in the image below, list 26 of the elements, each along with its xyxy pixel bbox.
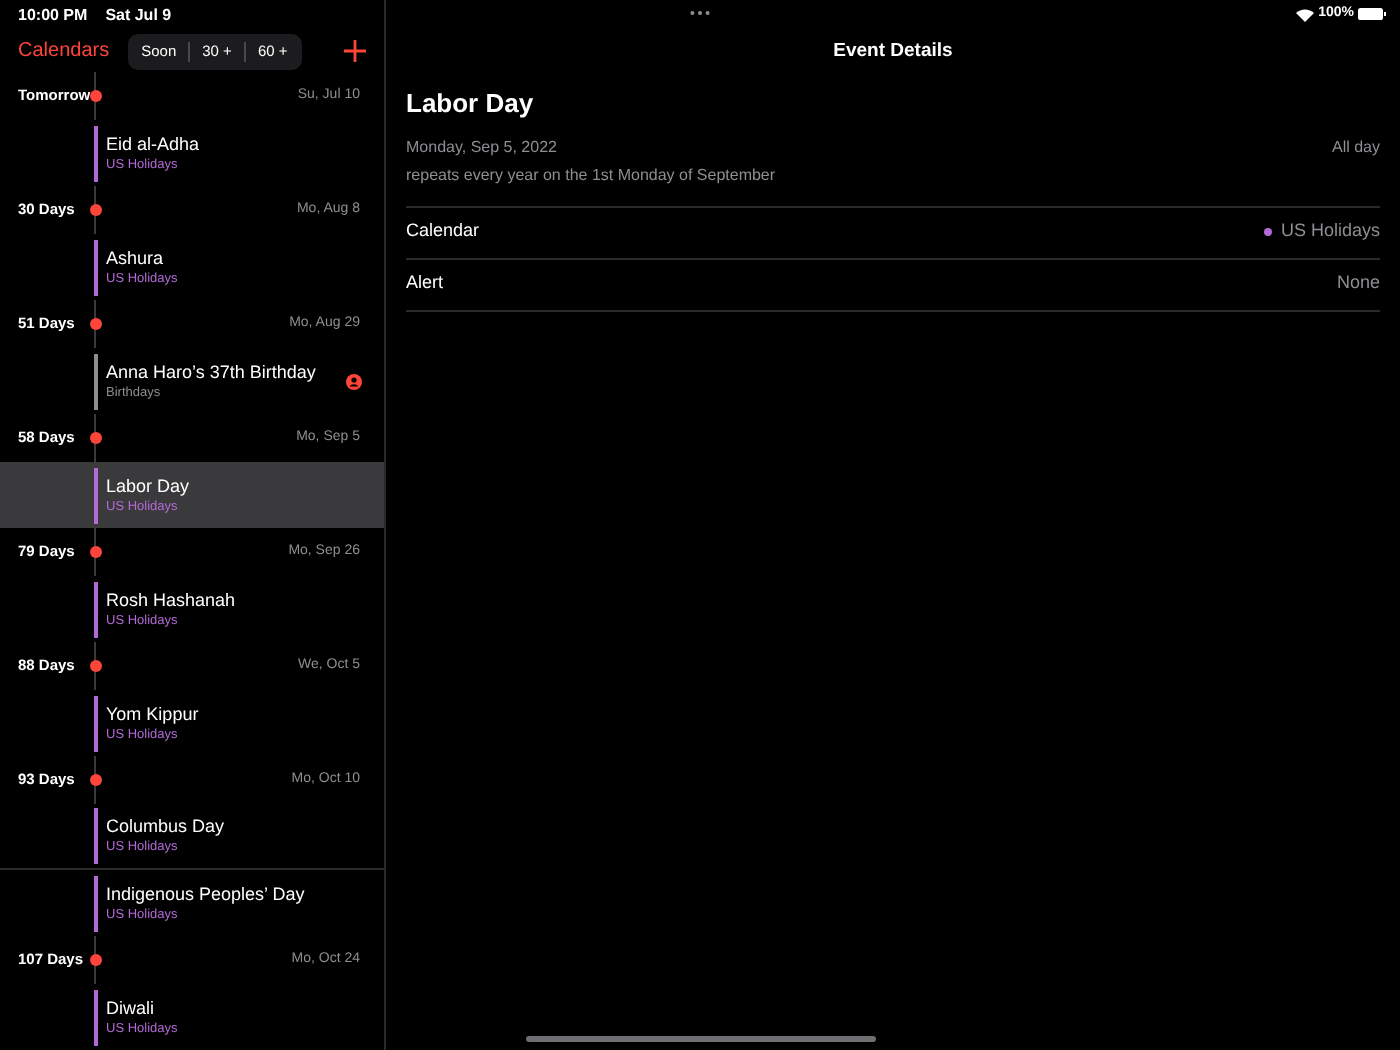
nav-title: Event Details	[833, 37, 953, 66]
detail-value[interactable]: None	[1336, 270, 1380, 298]
event-title: Eid al-Adha	[106, 133, 200, 155]
event-recurrence: repeats every year on the 1st Monday of September	[406, 163, 776, 187]
event-title: Labor Day	[406, 86, 536, 122]
event-duration: All day	[1331, 135, 1380, 160]
wifi-icon	[1296, 7, 1315, 21]
more-icon[interactable]	[690, 10, 710, 16]
event-title: Rosh Hashanah	[106, 589, 236, 611]
detail-label: Calendar	[406, 218, 480, 245]
event-title: Diwali	[106, 997, 157, 1019]
event-title: Yom Kippur	[106, 703, 199, 725]
status-time: 10:00 PM	[18, 4, 88, 28]
event-title: Ashura	[106, 247, 166, 269]
status-date: Sat Jul 9	[105, 4, 172, 28]
detail-label: Alert	[406, 270, 444, 297]
event-title: Indigenous Peoples’ Day	[106, 883, 305, 905]
calendars-link[interactable]: Calendars	[18, 36, 110, 66]
battery-icon	[1358, 8, 1386, 20]
event-title: Columbus Day	[106, 816, 225, 838]
person-icon	[346, 373, 362, 389]
event-title: Labor Day	[106, 475, 190, 497]
add-icon[interactable]	[344, 40, 366, 62]
detail-value[interactable]: US Holidays	[1280, 218, 1380, 246]
event-title: Anna Haro’s 37th Birthday	[106, 361, 316, 383]
event-date: Monday, Sep 5, 2022	[406, 135, 559, 159]
